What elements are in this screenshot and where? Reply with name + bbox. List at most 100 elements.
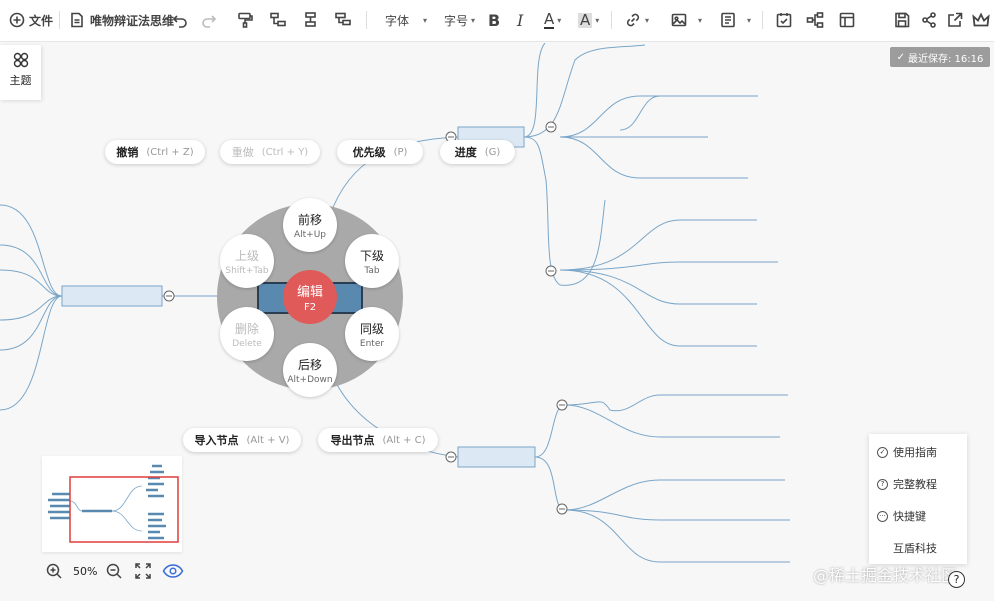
note-button[interactable]: ▾ bbox=[719, 9, 751, 31]
redo-shortcut-pill[interactable]: 重做 (Ctrl + Y) bbox=[220, 140, 320, 164]
highlight-button[interactable]: A ▾ bbox=[578, 9, 599, 31]
crown-icon bbox=[972, 12, 990, 27]
undo-pill-key: (Ctrl + Z) bbox=[146, 146, 194, 158]
help-shortcuts-item[interactable]: ··· 快捷键 bbox=[877, 508, 926, 524]
minimap-viewport[interactable] bbox=[69, 476, 179, 543]
priority-shortcut-pill[interactable]: 优先级 (P) bbox=[337, 140, 423, 164]
progress-pill-label: 进度 bbox=[454, 146, 477, 159]
link-button[interactable]: ▾ bbox=[624, 9, 649, 31]
move-down-button[interactable]: 后移 Alt+Down bbox=[283, 343, 337, 397]
structure-icon bbox=[806, 12, 824, 28]
format-painter-button[interactable] bbox=[236, 9, 254, 31]
question-icon: ? bbox=[877, 478, 888, 490]
font-size-select[interactable]: 字号 ▾ bbox=[444, 9, 475, 31]
zoom-controls: 50% bbox=[45, 560, 184, 582]
redo-pill-label: 重做 bbox=[231, 146, 254, 159]
font-color-button[interactable]: A ▾ bbox=[544, 9, 561, 31]
bold-button[interactable]: B bbox=[488, 9, 500, 31]
move-up-key: Alt+Up bbox=[293, 229, 327, 240]
share-button[interactable] bbox=[920, 9, 938, 31]
fontsize-label: 字号 bbox=[444, 13, 469, 28]
progress-shortcut-pill[interactable]: 进度 (G) bbox=[440, 140, 515, 164]
import-pill-label: 导入节点 bbox=[194, 434, 239, 447]
child-node-icon bbox=[270, 12, 286, 27]
parent-level-label: 上级 bbox=[234, 248, 259, 263]
move-down-key: Alt+Down bbox=[287, 374, 333, 385]
undo-shortcut-pill[interactable]: 撤销 (Ctrl + Z) bbox=[105, 140, 205, 164]
export-pill-key: (Alt + C) bbox=[382, 434, 426, 446]
font-label: 字体 bbox=[385, 13, 410, 28]
task-button[interactable] bbox=[775, 9, 793, 31]
theme-button[interactable]: 主题 bbox=[0, 45, 41, 100]
save-button[interactable] bbox=[893, 9, 911, 31]
help-tutorial-label: 完整教程 bbox=[893, 478, 937, 491]
font-color-label: A bbox=[544, 9, 555, 29]
theme-icon bbox=[13, 52, 28, 68]
lower-topic-node[interactable] bbox=[457, 446, 536, 468]
help-shortcuts-label: 快捷键 bbox=[893, 510, 926, 523]
delete-node-key: Delete bbox=[232, 338, 262, 349]
insert-parent-button[interactable] bbox=[334, 9, 352, 31]
font-family-select[interactable]: 字体 ▾ bbox=[385, 9, 427, 31]
document-icon bbox=[71, 12, 83, 28]
eye-icon[interactable] bbox=[162, 562, 184, 580]
file-menu[interactable]: 文件 bbox=[8, 9, 53, 31]
layout-button[interactable] bbox=[838, 9, 856, 31]
note-icon bbox=[721, 12, 735, 28]
help-icon[interactable]: ? bbox=[948, 571, 965, 588]
image-button[interactable]: ▾ bbox=[670, 9, 702, 31]
add-file-icon bbox=[9, 12, 25, 28]
help-guide-label: 使用指南 bbox=[893, 446, 937, 459]
structure-button[interactable] bbox=[806, 9, 824, 31]
compass-icon: ✓ bbox=[877, 446, 888, 458]
priority-pill-key: (P) bbox=[393, 146, 408, 158]
delete-node-button[interactable]: 删除 Delete bbox=[220, 307, 274, 361]
redo-icon bbox=[202, 15, 217, 28]
move-up-button[interactable]: 前移 Alt+Up bbox=[283, 198, 337, 252]
undo-icon bbox=[172, 15, 187, 28]
export-node-pill[interactable]: 导出节点 (Alt + C) bbox=[318, 428, 438, 452]
import-pill-key: (Alt + V) bbox=[246, 434, 290, 446]
parent-level-button[interactable]: 上级 Shift+Tab bbox=[220, 234, 274, 288]
external-link-icon bbox=[948, 12, 963, 27]
zoom-out-icon[interactable] bbox=[105, 562, 123, 580]
insert-child-button[interactable] bbox=[269, 9, 287, 31]
edit-node-button[interactable]: 编辑 F2 bbox=[283, 270, 337, 324]
fit-screen-icon[interactable] bbox=[134, 562, 152, 580]
minimap[interactable] bbox=[42, 456, 182, 552]
save-status-text: 最近保存: 16:16 bbox=[908, 53, 984, 65]
sibling-level-button[interactable]: 同级 Enter bbox=[345, 307, 399, 361]
help-guide-item[interactable]: ✓ 使用指南 bbox=[877, 444, 937, 460]
help-tutorial-item[interactable]: ? 完整教程 bbox=[877, 476, 937, 492]
left-topic-node[interactable] bbox=[61, 285, 163, 307]
premium-button[interactable] bbox=[972, 9, 990, 31]
redo-pill-key: (Ctrl + Y) bbox=[261, 146, 309, 158]
undo-pill-label: 撤销 bbox=[116, 146, 139, 159]
redo-button[interactable] bbox=[200, 9, 218, 31]
export-pill-label: 导出节点 bbox=[330, 434, 375, 447]
save-icon bbox=[895, 12, 910, 28]
import-node-pill[interactable]: 导入节点 (Alt + V) bbox=[183, 428, 301, 452]
child-level-button[interactable]: 下级 Tab bbox=[345, 234, 399, 288]
insert-sibling-button[interactable] bbox=[302, 9, 320, 31]
calendar-check-icon bbox=[776, 13, 792, 28]
italic-button[interactable]: I bbox=[517, 9, 523, 31]
zoom-level: 50% bbox=[73, 564, 98, 578]
more-icon: ··· bbox=[877, 510, 888, 522]
sibling-node-icon bbox=[305, 12, 316, 27]
theme-label: 主题 bbox=[9, 74, 32, 87]
priority-pill-label: 优先级 bbox=[352, 146, 386, 159]
delete-node-label: 删除 bbox=[234, 321, 259, 336]
share-icon bbox=[922, 12, 936, 28]
progress-pill-key: (G) bbox=[484, 146, 501, 158]
zoom-in-icon[interactable] bbox=[45, 562, 63, 580]
undo-button[interactable] bbox=[171, 9, 189, 31]
parent-level-key: Shift+Tab bbox=[225, 265, 269, 276]
sibling-level-label: 同级 bbox=[359, 321, 384, 336]
help-panel: ✓ 使用指南 ? 完整教程 ··· 快捷键 互盾科技 bbox=[869, 434, 967, 564]
help-company-item[interactable]: 互盾科技 bbox=[893, 540, 937, 556]
export-button[interactable] bbox=[946, 9, 964, 31]
save-status-badge: ✓ 最近保存: 16:16 bbox=[890, 47, 990, 67]
document-title[interactable]: 唯物辩证法思维 bbox=[68, 9, 174, 31]
highlight-label: A bbox=[578, 10, 593, 29]
